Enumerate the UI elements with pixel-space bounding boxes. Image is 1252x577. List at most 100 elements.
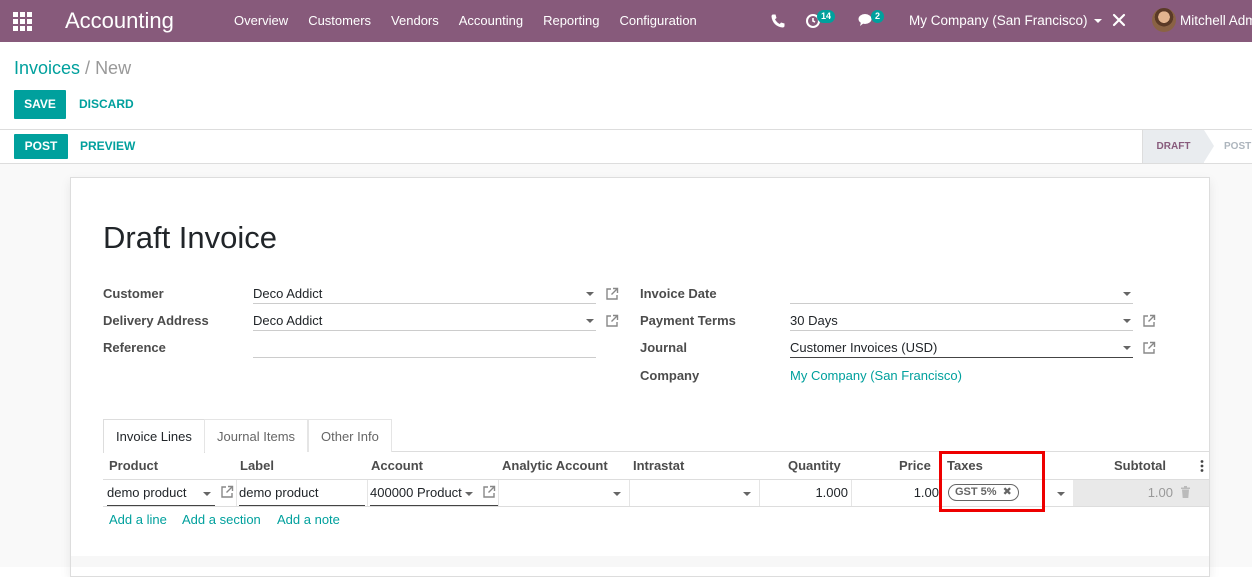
column-header-account[interactable]: Account <box>371 458 423 473</box>
divider <box>851 480 852 506</box>
chevron-down-icon[interactable] <box>465 492 473 496</box>
company-link[interactable]: My Company (San Francisco) <box>790 368 962 383</box>
chevron-down-icon <box>1093 19 1102 23</box>
product-value: demo product <box>107 485 187 500</box>
apps-menu-icon[interactable] <box>13 12 32 31</box>
delivery-address-field[interactable]: Deco Addict <box>253 311 596 331</box>
chevron-down-icon[interactable] <box>586 292 594 296</box>
external-link-icon[interactable] <box>605 314 619 328</box>
external-link-icon[interactable] <box>220 485 234 499</box>
message-count-badge: 2 <box>871 10 885 23</box>
analytic-account-input[interactable] <box>502 481 626 506</box>
menu-item-customers[interactable]: Customers <box>298 0 381 42</box>
account-value: 400000 Product <box>370 485 462 500</box>
menu-item-accounting[interactable]: Accounting <box>449 0 533 42</box>
company-label: Company <box>640 368 700 383</box>
journal-value: Customer Invoices (USD) <box>790 340 938 355</box>
chevron-down-icon[interactable] <box>203 492 211 496</box>
breadcrumb-current: New <box>95 58 132 78</box>
column-header-product[interactable]: Product <box>109 458 158 473</box>
breadcrumb-separator: / <box>85 58 91 78</box>
column-header-intrastat[interactable]: Intrastat <box>633 458 684 473</box>
divider <box>498 480 499 506</box>
delivery-address-label: Delivery Address <box>103 313 209 328</box>
column-header-analytic-account[interactable]: Analytic Account <box>502 458 608 473</box>
external-link-icon[interactable] <box>1142 314 1156 328</box>
delivery-address-value: Deco Addict <box>253 313 323 328</box>
column-header-price[interactable]: Price <box>899 458 931 473</box>
external-link-icon[interactable] <box>605 287 619 301</box>
status-arrow <box>1204 130 1214 162</box>
subtotal-value: 1.00 <box>1147 485 1173 500</box>
form-footer-band <box>71 556 1209 567</box>
payment-terms-field[interactable]: 30 Days <box>790 311 1133 331</box>
breadcrumb-invoices[interactable]: Invoices <box>14 58 80 78</box>
divider <box>629 480 630 506</box>
customer-label: Customer <box>103 286 164 301</box>
customer-field[interactable]: Deco Addict <box>253 284 596 304</box>
external-link-icon[interactable] <box>1142 341 1156 355</box>
reference-label: Reference <box>103 340 166 355</box>
taxes-highlight-box <box>939 451 1045 512</box>
optional-columns-icon[interactable] <box>1200 459 1204 473</box>
menu-item-overview[interactable]: Overview <box>224 0 298 42</box>
company-name: My Company (San Francisco) <box>909 13 1088 28</box>
discard-button[interactable]: DISCARD <box>79 90 134 119</box>
reference-field[interactable] <box>253 338 596 358</box>
status-draft: DRAFT <box>1142 130 1204 163</box>
journal-label: Journal <box>640 340 687 355</box>
tab-other-info[interactable]: Other Info <box>308 419 392 452</box>
journal-field[interactable]: Customer Invoices (USD) <box>790 338 1133 358</box>
trash-icon[interactable] <box>1180 486 1191 498</box>
external-link-icon[interactable] <box>482 485 496 499</box>
add-section-link[interactable]: Add a section <box>182 512 261 527</box>
account-input[interactable]: 400000 Product <box>370 481 498 506</box>
menu-item-configuration[interactable]: Configuration <box>609 0 706 42</box>
avatar[interactable] <box>1152 8 1176 32</box>
chevron-down-icon[interactable] <box>1123 346 1131 350</box>
preview-button[interactable]: PREVIEW <box>80 134 135 159</box>
tab-journal-items[interactable]: Journal Items <box>204 419 309 452</box>
divider <box>236 480 237 506</box>
company-switcher[interactable]: My Company (San Francisco) <box>909 0 1102 42</box>
product-input[interactable]: demo product <box>107 481 215 506</box>
divider <box>0 129 1252 130</box>
add-line-link[interactable]: Add a line <box>109 512 167 527</box>
invoice-date-label: Invoice Date <box>640 286 717 301</box>
app-title[interactable]: Accounting <box>65 8 174 34</box>
save-button[interactable]: SAVE <box>14 90 66 119</box>
chevron-down-icon[interactable] <box>613 492 621 496</box>
column-header-label[interactable]: Label <box>240 458 274 473</box>
tab-invoice-lines[interactable]: Invoice Lines <box>103 419 205 453</box>
chevron-down-icon[interactable] <box>1057 492 1065 496</box>
quantity-value: 1.000 <box>815 485 848 500</box>
breadcrumb: Invoices / New <box>14 58 131 79</box>
invoice-date-field[interactable] <box>790 284 1133 304</box>
intrastat-input[interactable] <box>633 481 757 506</box>
status-posted[interactable]: POST <box>1224 130 1251 163</box>
label-value: demo product <box>239 485 319 500</box>
phone-icon[interactable] <box>770 13 786 29</box>
chevron-down-icon[interactable] <box>1123 292 1131 296</box>
user-name[interactable]: Mitchell Adm <box>1180 0 1252 42</box>
divider <box>367 480 368 506</box>
add-note-link[interactable]: Add a note <box>277 512 340 527</box>
payment-terms-value: 30 Days <box>790 313 838 328</box>
column-header-quantity[interactable]: Quantity <box>788 458 841 473</box>
chevron-down-icon[interactable] <box>1123 319 1131 323</box>
chevron-down-icon[interactable] <box>743 492 751 496</box>
menu-item-reporting[interactable]: Reporting <box>533 0 609 42</box>
chevron-down-icon[interactable] <box>586 319 594 323</box>
label-input[interactable]: demo product <box>239 481 365 506</box>
divider <box>759 480 760 506</box>
menu-item-vendors[interactable]: Vendors <box>381 0 449 42</box>
column-header-subtotal[interactable]: Subtotal <box>1114 458 1166 473</box>
post-button[interactable]: POST <box>14 134 68 159</box>
customer-value: Deco Addict <box>253 286 323 301</box>
debug-tools-icon[interactable] <box>1111 12 1127 28</box>
main-menu: Overview Customers Vendors Accounting Re… <box>224 0 707 42</box>
payment-terms-label: Payment Terms <box>640 313 736 328</box>
price-value: 1.00 <box>913 485 939 500</box>
price-input[interactable]: 1.00 <box>855 481 939 506</box>
quantity-input[interactable]: 1.000 <box>762 481 848 506</box>
